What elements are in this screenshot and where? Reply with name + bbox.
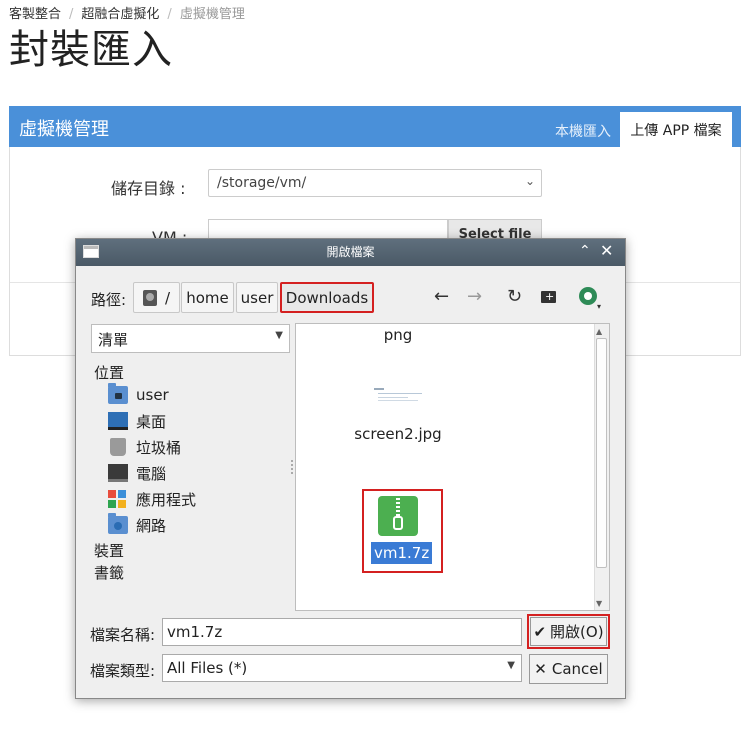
place-trash-label: 垃圾桶 [136, 438, 182, 457]
home-folder-icon [108, 383, 128, 404]
breadcrumb: 客製整合 / 超融合虛擬化 / 虛擬機管理 [9, 7, 245, 22]
refresh-icon[interactable]: ↻ [507, 286, 522, 307]
path-label: 路徑: [91, 291, 127, 309]
back-arrow-icon[interactable]: ← [434, 286, 449, 307]
place-trash[interactable]: 垃圾桶 [108, 436, 181, 458]
cancel-button-label: Cancel [551, 660, 603, 678]
open-button-label: 開啟(O) [550, 623, 604, 641]
dialog-title: 開啟檔案 [326, 245, 375, 259]
place-desktop-label: 桌面 [136, 412, 167, 431]
options-icon[interactable] [579, 287, 597, 305]
file-png-label[interactable]: png [360, 326, 436, 344]
new-folder-icon[interactable]: + [541, 291, 556, 303]
storage-select-value: /storage/vm/ [217, 175, 307, 191]
breadcrumb-item-custom[interactable]: 客製整合 [9, 7, 61, 22]
path-crumb-user[interactable]: user [236, 282, 278, 313]
scroll-down-icon[interactable]: ▼ [596, 599, 602, 608]
view-mode-select[interactable]: 清單 ▼ [91, 324, 290, 353]
desktop-icon [108, 412, 128, 430]
storage-select[interactable]: /storage/vm/ ⌄ [208, 169, 542, 197]
devices-heading: 裝置 [94, 542, 125, 560]
place-user[interactable]: user [108, 383, 169, 406]
bookmarks-heading: 書籤 [94, 564, 125, 582]
filename-label: 檔案名稱: [90, 626, 156, 644]
place-apps-label: 應用程式 [136, 490, 197, 509]
place-user-label: user [136, 386, 169, 404]
chevron-down-icon: ▼ [507, 660, 515, 671]
computer-icon [108, 464, 128, 482]
filetype-label: 檔案類型: [90, 662, 156, 680]
forward-arrow-icon[interactable]: → [467, 286, 482, 307]
scroll-up-icon[interactable]: ▲ [596, 327, 602, 336]
checkmark-icon: ✔ [533, 622, 547, 641]
place-apps[interactable]: 應用程式 [108, 488, 196, 510]
storage-label: 儲存目錄 : [111, 179, 186, 198]
panel-title: 虛擬機管理 [19, 119, 109, 140]
place-computer-label: 電腦 [136, 464, 167, 483]
tab-local-import[interactable]: 本機匯入 [555, 121, 611, 141]
page-title: 封裝匯入 [9, 27, 173, 73]
close-icon[interactable]: ✕ [600, 241, 613, 260]
apps-icon [108, 490, 128, 508]
path-crumb-downloads[interactable]: Downloads [280, 282, 374, 313]
place-network-label: 網路 [136, 516, 167, 535]
filetype-value: All Files (*) [167, 659, 248, 677]
cancel-button[interactable]: ✕ Cancel [529, 654, 608, 684]
maximize-icon[interactable]: ⌃ [579, 243, 591, 259]
breadcrumb-item-vm-mgmt: 虛擬機管理 [179, 7, 245, 22]
trash-icon [110, 438, 126, 456]
filename-input[interactable]: vm1.7z [162, 618, 522, 646]
breadcrumb-item-hci[interactable]: 超融合虛擬化 [81, 7, 159, 22]
file-screen2-label[interactable]: screen2.jpg [346, 425, 450, 443]
file-list[interactable] [295, 323, 610, 611]
path-crumb-root[interactable]: / [133, 282, 180, 313]
chevron-down-icon: ▼ [275, 330, 283, 341]
scrollbar-thumb[interactable] [596, 338, 607, 568]
options-chevron-icon: ▾ [597, 302, 602, 311]
view-mode-value: 清單 [98, 331, 129, 349]
path-crumb-home[interactable]: home [181, 282, 234, 313]
place-desktop[interactable]: 桌面 [108, 410, 166, 432]
file-vm1-label[interactable]: vm1.7z [371, 542, 433, 564]
path-crumb-root-label: / [164, 288, 171, 307]
place-computer[interactable]: 電腦 [108, 462, 166, 484]
network-folder-icon [108, 513, 128, 534]
filetype-select[interactable]: All Files (*) ▼ [162, 654, 522, 682]
chevron-down-icon: ⌄ [524, 174, 535, 188]
open-button[interactable]: ✔ 開啟(O) [530, 617, 607, 646]
cancel-x-icon: ✕ [534, 660, 547, 678]
places-heading: 位置 [94, 364, 125, 382]
place-network[interactable]: 網路 [108, 513, 167, 536]
drive-icon [142, 289, 157, 306]
tab-upload-app[interactable]: 上傳 APP 檔案 [620, 112, 732, 147]
image-thumbnail-icon[interactable] [374, 388, 422, 404]
archive-zip-icon[interactable] [378, 496, 418, 536]
